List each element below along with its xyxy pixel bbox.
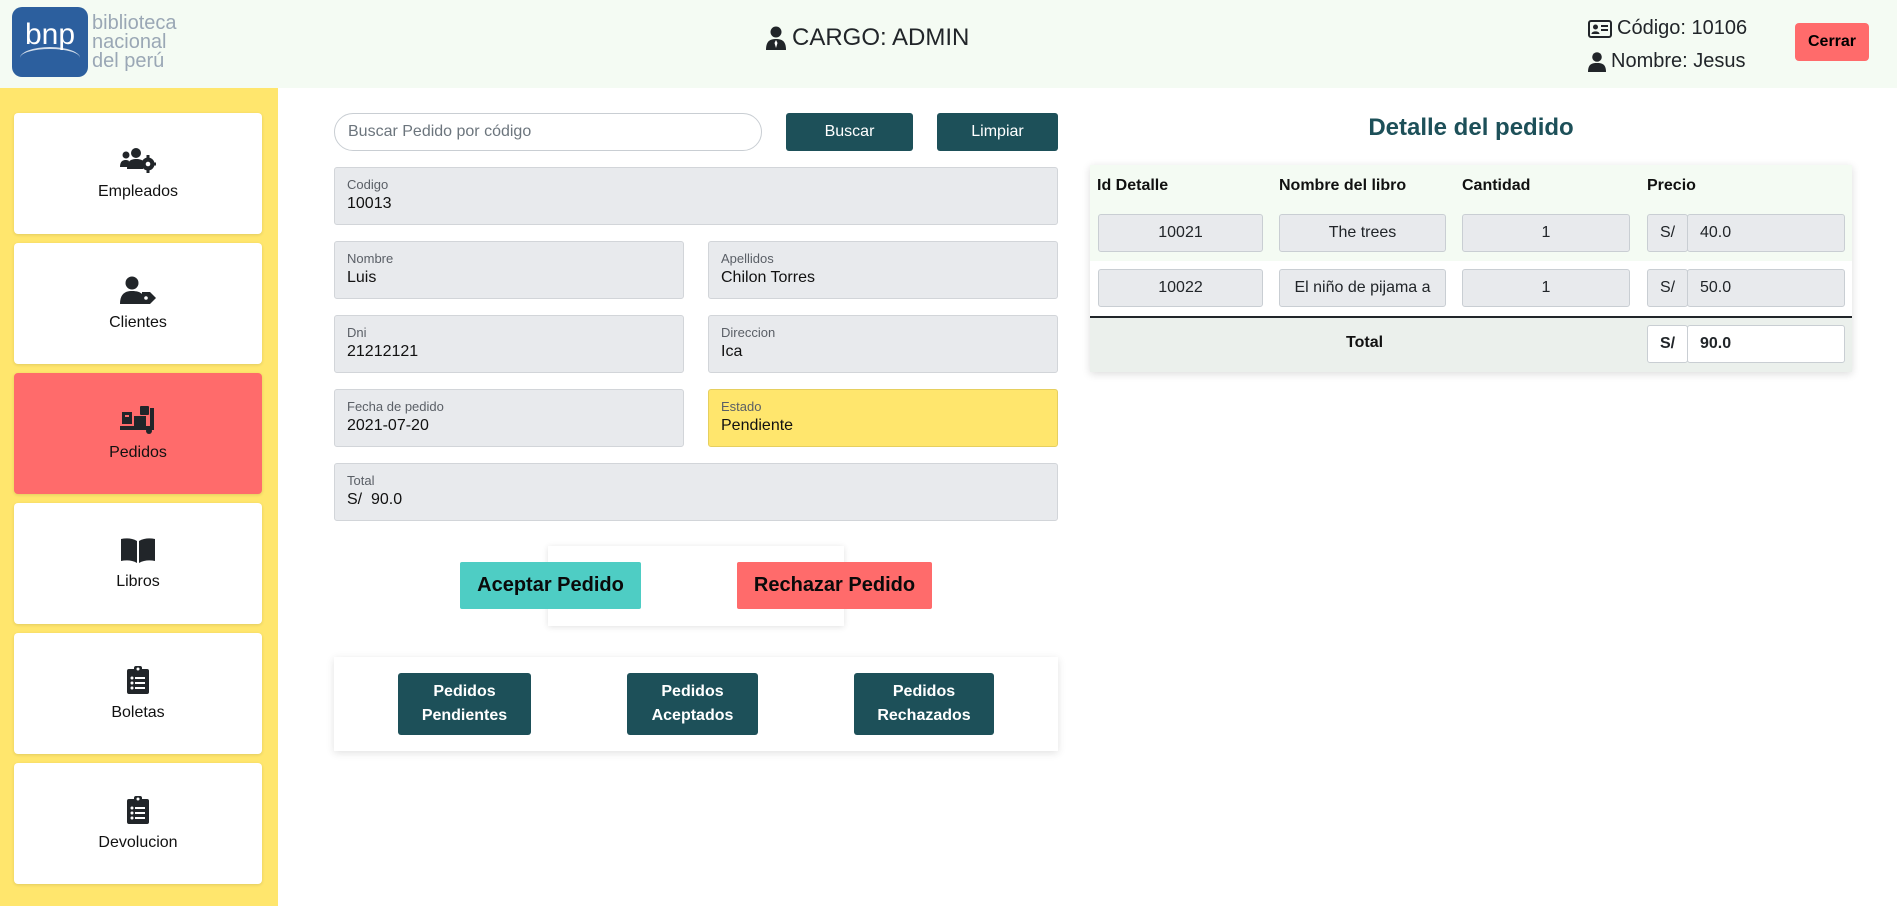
sidebar-item-boletas[interactable]: Boletas — [14, 633, 262, 754]
dni-value: 21212121 — [347, 343, 419, 360]
row-cantidad-cell: 1 — [1462, 269, 1630, 307]
fecha-pedido-field[interactable]: Fecha de pedido 2021-07-20 — [334, 389, 684, 447]
codigo-field[interactable]: Codigo 10013 — [334, 167, 1058, 225]
button-line: Pendientes — [421, 707, 508, 724]
row-id-cell: 10021 — [1098, 214, 1263, 252]
sidebar-item-label: Empleados — [97, 182, 179, 200]
id-card-icon — [1588, 19, 1612, 38]
user-tie-icon — [766, 26, 786, 50]
user-nombre: Nombre: Jesus — [1611, 50, 1746, 72]
user-codigo: Código: 10106 — [1617, 17, 1748, 39]
row-moneda-cell: S/ — [1647, 269, 1688, 307]
bnp-logo: bnp biblioteca nacional del perú — [12, 7, 177, 77]
direccion-label: Direccion — [721, 325, 776, 340]
limpiar-button[interactable]: Limpiar — [937, 113, 1058, 151]
row-precio-cell: 40.0 — [1687, 214, 1845, 252]
sidebar-item-label: Libros — [116, 572, 160, 590]
total-label: Total — [347, 473, 375, 488]
total-moneda-cell: S/ — [1647, 325, 1688, 363]
cerrar-button[interactable]: Cerrar — [1795, 23, 1869, 61]
pedidos-pendientes-button[interactable]: Pedidos Pendientes — [398, 673, 531, 735]
logo-line-1: biblioteca — [92, 11, 177, 34]
row-cantidad-cell: 1 — [1462, 214, 1630, 252]
nombre-label: Nombre — [347, 251, 394, 266]
nombre-field[interactable]: Nombre Luis — [334, 241, 684, 299]
row-libro-cell: The trees — [1279, 214, 1446, 252]
estado-value: Pendiente — [721, 417, 794, 434]
logo-text: biblioteca nacional del perú — [92, 11, 177, 72]
sidebar-item-empleados[interactable]: Empleados — [14, 113, 262, 234]
button-line: Rechazados — [877, 707, 971, 724]
apellidos-value: Chilon Torres — [721, 269, 815, 286]
dni-label: Dni — [347, 325, 367, 340]
nombre-value: Luis — [347, 269, 377, 286]
logo-mark: bnp — [12, 7, 88, 77]
dni-field[interactable]: Dni 21212121 — [334, 315, 684, 373]
clipboard-list-icon — [127, 665, 149, 694]
total-value-cell: 90.0 — [1687, 325, 1845, 363]
codigo-value: 10013 — [347, 195, 392, 212]
sidebar-item-label: Clientes — [109, 313, 167, 331]
button-line: Pedidos — [892, 683, 956, 700]
total-value: S/ 90.0 — [347, 491, 403, 508]
codigo-label: Codigo — [347, 177, 389, 192]
row-precio-cell: 50.0 — [1687, 269, 1845, 307]
sidebar-item-label: Pedidos — [109, 443, 167, 461]
sidebar-item-label: Devolucion — [98, 833, 178, 851]
sidebar-item-libros[interactable]: Libros — [14, 503, 262, 624]
sidebar-item-pedidos[interactable]: Pedidos — [14, 373, 262, 494]
estado-label: Estado — [721, 399, 762, 414]
sidebar-item-devolucion[interactable]: Devolucion — [14, 763, 262, 884]
user-icon — [1588, 51, 1606, 72]
clipboard-list-icon — [127, 795, 149, 824]
column-header-precio: Precio — [1647, 177, 1696, 194]
total-field[interactable]: Total S/ 90.0 — [334, 463, 1058, 521]
row-moneda-cell: S/ — [1647, 214, 1688, 252]
aceptar-pedido-button[interactable]: Aceptar Pedido — [460, 562, 641, 609]
button-line: Pedidos — [661, 683, 724, 700]
book-open-icon — [121, 537, 155, 563]
total-row-label: Total — [1346, 334, 1384, 351]
estado-field[interactable]: Estado Pendiente — [708, 389, 1058, 447]
dolly-icon — [120, 405, 154, 434]
rechazar-pedido-button[interactable]: Rechazar Pedido — [737, 562, 932, 609]
cargo-label: CARGO: ADMIN — [766, 24, 969, 52]
buscar-button[interactable]: Buscar — [786, 113, 913, 151]
sidebar-item-clientes[interactable]: Clientes — [14, 243, 262, 364]
user-info: Código: 10106 Nombre: Jesus — [1588, 12, 1747, 78]
pedidos-rechazados-button[interactable]: Pedidos Rechazados — [854, 673, 994, 735]
logo-line-2: nacional — [92, 30, 167, 53]
column-header-libro: Nombre del libro — [1279, 177, 1407, 194]
sidebar-item-label: Boletas — [111, 703, 165, 721]
cargo-text: CARGO: ADMIN — [792, 24, 970, 51]
column-header-cantidad: Cantidad — [1462, 177, 1531, 194]
pedidos-aceptados-button[interactable]: Pedidos Aceptados — [627, 673, 758, 735]
button-line: Aceptados — [651, 707, 734, 724]
apellidos-field[interactable]: Apellidos Chilon Torres — [708, 241, 1058, 299]
sidebar: Empleados Clientes Pedidos Libros Boleta… — [0, 88, 278, 906]
user-tag-icon — [120, 276, 156, 304]
users-gear-icon — [120, 147, 156, 173]
logo-line-3: del perú — [92, 49, 165, 72]
fecha-value: 2021-07-20 — [347, 417, 429, 434]
button-line: Pedidos — [433, 683, 496, 700]
fecha-label: Fecha de pedido — [347, 399, 444, 414]
detalle-title: Detalle del pedido — [1368, 114, 1574, 141]
column-header-id: Id Detalle — [1097, 177, 1169, 194]
top-header: bnp biblioteca nacional del perú CARGO: … — [0, 0, 1897, 88]
search-input[interactable] — [334, 113, 762, 151]
apellidos-label: Apellidos — [721, 251, 774, 266]
row-libro-cell: El niño de pijama a — [1279, 269, 1446, 307]
direccion-value: Ica — [721, 343, 743, 360]
direccion-field[interactable]: Direccion Ica — [708, 315, 1058, 373]
row-id-cell: 10022 — [1098, 269, 1263, 307]
